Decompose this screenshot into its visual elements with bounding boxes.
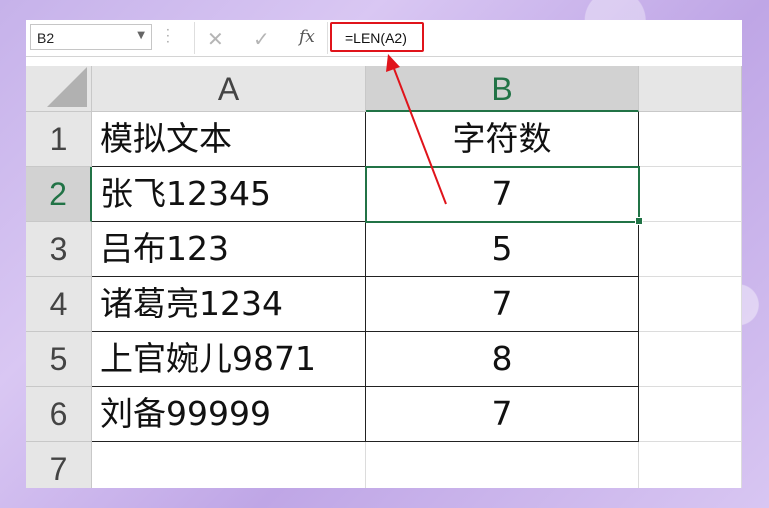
cell-a5[interactable]: 上官婉儿9871: [92, 332, 366, 387]
cell-c4[interactable]: [639, 277, 742, 332]
chevron-down-icon[interactable]: ▼: [137, 30, 145, 41]
row-header-7[interactable]: 7: [26, 442, 92, 488]
spreadsheet-window: B2 ▼ · · · ✕ ✓ fx =LEN(A2) A B 1 模拟文本 字符数 …: [26, 20, 742, 488]
column-header-b[interactable]: B: [366, 66, 639, 112]
drag-handle-icon[interactable]: · · ·: [166, 24, 170, 48]
cell-c6[interactable]: [639, 387, 742, 442]
cell-b7[interactable]: [366, 442, 639, 488]
cell-c2[interactable]: [639, 167, 742, 222]
cell-c3[interactable]: [639, 222, 742, 277]
row-header-3[interactable]: 3: [26, 222, 92, 277]
cancel-x-icon[interactable]: ✕: [207, 27, 224, 51]
name-box[interactable]: B2 ▼: [30, 24, 152, 50]
column-header-a[interactable]: A: [92, 66, 366, 112]
fill-handle[interactable]: [635, 217, 643, 225]
row-header-5[interactable]: 5: [26, 332, 92, 387]
formula-text: =LEN(A2): [345, 30, 407, 46]
cell-a6[interactable]: 刘备99999: [92, 387, 366, 442]
cell-a3[interactable]: 吕布123: [92, 222, 366, 277]
cell-c1[interactable]: [639, 112, 742, 167]
cell-c5[interactable]: [639, 332, 742, 387]
row-header-2[interactable]: 2: [26, 167, 92, 222]
cell-b2[interactable]: 7: [366, 167, 639, 222]
cell-b1[interactable]: 字符数: [366, 112, 639, 167]
formula-input-highlight[interactable]: =LEN(A2): [330, 22, 424, 52]
cell-b5[interactable]: 8: [366, 332, 639, 387]
cell-a7[interactable]: [92, 442, 366, 488]
cell-b3[interactable]: 5: [366, 222, 639, 277]
enter-check-icon[interactable]: ✓: [253, 27, 270, 51]
cell-a2[interactable]: 张飞12345: [92, 167, 366, 222]
row-header-4[interactable]: 4: [26, 277, 92, 332]
select-all-triangle-icon: [47, 67, 87, 107]
row-header-1[interactable]: 1: [26, 112, 92, 167]
formula-bar: B2 ▼ · · · ✕ ✓ fx =LEN(A2): [26, 20, 742, 57]
insert-function-icon[interactable]: fx: [299, 27, 315, 47]
name-box-value: B2: [37, 30, 55, 46]
formula-bar-buttons: ✕ ✓ fx: [194, 22, 328, 54]
row-header-6[interactable]: 6: [26, 387, 92, 442]
select-all-corner[interactable]: [26, 66, 92, 112]
cell-a4[interactable]: 诸葛亮1234: [92, 277, 366, 332]
cell-a1[interactable]: 模拟文本: [92, 112, 366, 167]
cell-c7[interactable]: [639, 442, 742, 488]
cell-b4[interactable]: 7: [366, 277, 639, 332]
column-header-c[interactable]: [639, 66, 742, 112]
cell-b6[interactable]: 7: [366, 387, 639, 442]
